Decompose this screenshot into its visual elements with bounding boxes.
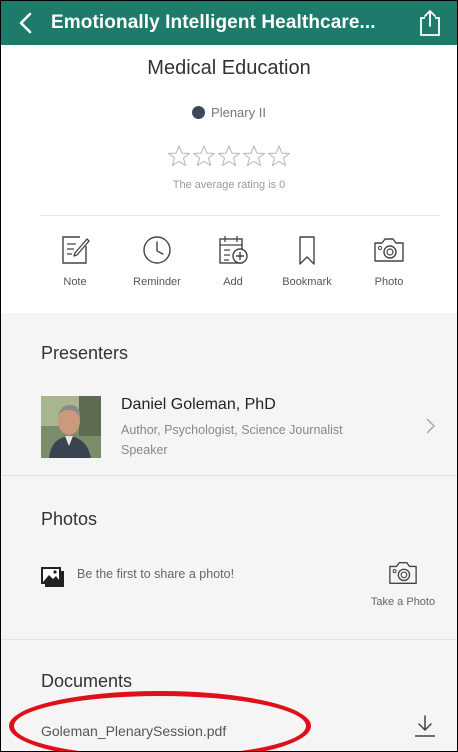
presenter-name: Daniel Goleman, PhD xyxy=(121,396,276,413)
divider xyxy=(41,215,439,216)
star-rating[interactable] xyxy=(1,144,457,175)
divider xyxy=(1,639,457,640)
photo-label: Photo xyxy=(374,276,404,288)
rating-summary: The average rating is 0 xyxy=(172,179,286,191)
camera-icon xyxy=(389,562,417,584)
top-nav-bar: Emotionally Intelligent Healthcare... xyxy=(1,1,457,45)
presenter-row[interactable]: Daniel Goleman, PhD Author, Psychologist… xyxy=(41,396,451,460)
take-photo-label: Take a Photo xyxy=(370,596,436,608)
presenters-heading: Presenters xyxy=(41,343,129,363)
download-icon[interactable] xyxy=(413,713,437,744)
session-location: Plenary II xyxy=(1,105,457,120)
photo-gallery-icon xyxy=(41,567,65,592)
star-icon[interactable] xyxy=(167,145,191,167)
star-icon[interactable] xyxy=(267,145,291,167)
location-label: Plenary II xyxy=(211,105,266,120)
presenter-role: Author, Psychologist, Science Journalist xyxy=(121,423,343,437)
photos-heading: Photos xyxy=(41,509,98,529)
action-bar: Note Reminder Add Bookmark Photo xyxy=(1,233,457,303)
session-category: Medical Education xyxy=(147,57,311,79)
camera-icon xyxy=(374,238,404,262)
reminder-button[interactable]: Reminder xyxy=(119,233,195,288)
bookmark-button[interactable]: Bookmark xyxy=(269,233,345,288)
star-icon[interactable] xyxy=(192,145,216,167)
note-button[interactable]: Note xyxy=(37,233,113,288)
clock-icon xyxy=(143,236,171,264)
chevron-left-icon[interactable] xyxy=(15,10,39,36)
photo-button[interactable]: Photo xyxy=(351,233,427,288)
bookmark-label: Bookmark xyxy=(282,276,332,288)
session-title: Emotionally Intelligent Healthcare... xyxy=(51,12,376,33)
presenter-description: Author, Psychologist, Science Journalist… xyxy=(121,420,421,460)
divider xyxy=(1,475,457,476)
note-icon xyxy=(62,236,90,264)
add-button[interactable]: Add xyxy=(195,233,271,288)
note-label: Note xyxy=(63,276,87,288)
share-icon[interactable] xyxy=(417,8,443,38)
presenter-type: Speaker xyxy=(121,443,168,457)
add-label: Add xyxy=(223,276,243,288)
take-photo-button[interactable]: Take a Photo xyxy=(355,558,451,608)
location-dot-icon xyxy=(192,106,206,119)
bookmark-icon xyxy=(299,236,315,265)
reminder-label: Reminder xyxy=(133,276,181,288)
photos-empty-message: Be the first to share a photo! xyxy=(77,567,235,581)
chevron-right-icon xyxy=(425,416,437,441)
presenter-avatar xyxy=(41,396,101,458)
documents-heading: Documents xyxy=(41,671,133,691)
calendar-add-icon xyxy=(219,236,248,264)
star-icon[interactable] xyxy=(217,145,241,167)
app-screen: Emotionally Intelligent Healthcare... Me… xyxy=(0,0,458,752)
highlight-annotation xyxy=(9,691,311,751)
star-icon[interactable] xyxy=(242,145,266,167)
